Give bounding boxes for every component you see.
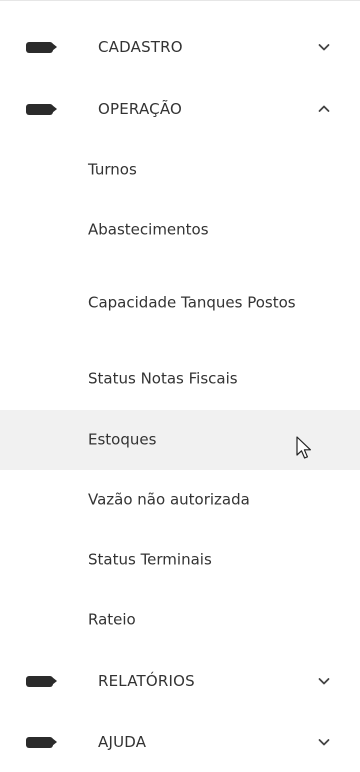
submenu-item-status-notas-fiscais[interactable]: Status Notas Fiscais xyxy=(0,349,360,409)
submenu-item-label: Rateio xyxy=(88,610,136,629)
submenu-item-label: Capacidade Tanques Postos xyxy=(88,293,296,312)
menu-section-operacao[interactable]: OPERAÇÃO xyxy=(0,79,360,139)
chevron-down-icon[interactable] xyxy=(316,39,332,55)
menu-section-label: AJUDA xyxy=(98,733,147,751)
label-tag-icon xyxy=(26,104,57,115)
menu-section-label: OPERAÇÃO xyxy=(98,100,183,118)
label-tag-icon xyxy=(26,676,57,687)
submenu-item-label: Vazão não autorizada xyxy=(88,490,250,509)
menu-section-label: RELATÓRIOS xyxy=(98,672,195,690)
submenu-item-label: Turnos xyxy=(88,160,137,179)
submenu-item-abastecimentos[interactable]: Abastecimentos xyxy=(0,200,360,260)
menu-section-label: CADASTRO xyxy=(98,38,183,56)
sidebar-menu: CADASTRO OPERAÇÃO Turnos Abastecimentos … xyxy=(0,0,360,771)
submenu-item-vazao-nao-autorizada[interactable]: Vazão não autorizada xyxy=(0,470,360,530)
menu-section-ajuda[interactable]: AJUDA xyxy=(0,712,360,772)
submenu-item-label: Status Terminais xyxy=(88,550,212,569)
submenu-item-label: Estoques xyxy=(88,430,157,449)
submenu-item-capacidade-tanques-postos[interactable]: Capacidade Tanques Postos xyxy=(0,261,360,345)
submenu-item-label: Status Notas Fiscais xyxy=(88,369,238,388)
submenu-item-status-terminais[interactable]: Status Terminais xyxy=(0,530,360,590)
label-tag-icon xyxy=(26,42,57,53)
submenu-item-rateio[interactable]: Rateio xyxy=(0,590,360,650)
menu-section-cadastro[interactable]: CADASTRO xyxy=(0,17,360,77)
chevron-down-icon[interactable] xyxy=(316,734,332,750)
mouse-pointer-icon xyxy=(296,436,314,462)
submenu-item-label: Abastecimentos xyxy=(88,220,209,239)
label-tag-icon xyxy=(26,737,57,748)
submenu-item-turnos[interactable]: Turnos xyxy=(0,140,360,200)
chevron-down-icon[interactable] xyxy=(316,673,332,689)
chevron-up-icon[interactable] xyxy=(316,101,332,117)
menu-section-relatorios[interactable]: RELATÓRIOS xyxy=(0,651,360,711)
